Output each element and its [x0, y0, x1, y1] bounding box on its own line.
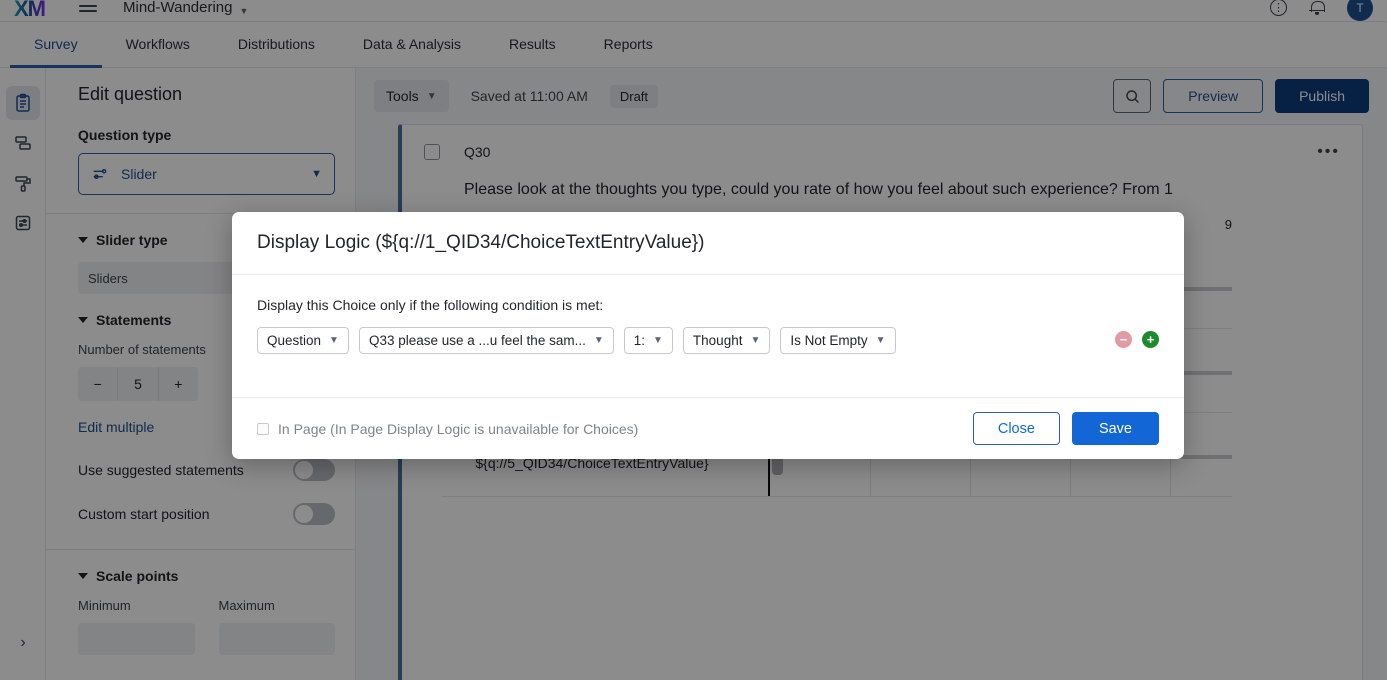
modal-footer-actions: Close Save	[972, 412, 1159, 445]
condition-field-select[interactable]: Thought ▼	[682, 327, 771, 354]
remove-condition-button[interactable]: −	[1115, 331, 1132, 348]
modal-header: Display Logic (${q://1_QID34/ChoiceTextE…	[232, 212, 1184, 275]
modal-body: Display this Choice only if the followin…	[232, 275, 1184, 397]
in-page-label: In Page (In Page Display Logic is unavai…	[278, 420, 639, 437]
chevron-down-icon: ▼	[875, 335, 886, 346]
modal-footer: In Page (In Page Display Logic is unavai…	[232, 397, 1184, 459]
condition-description: Display this Choice only if the followin…	[257, 297, 604, 313]
condition-row-select[interactable]: 1: ▼	[623, 327, 673, 354]
in-page-option: In Page (In Page Display Logic is unavai…	[257, 421, 638, 437]
chevron-down-icon: ▼	[329, 335, 339, 346]
condition-source-type-value: Question	[267, 333, 322, 348]
save-button[interactable]: Save	[1071, 412, 1159, 445]
chevron-down-icon: ▼	[750, 335, 761, 346]
condition-question-value: Q33 please use a ...u feel the sam...	[368, 333, 586, 348]
close-button[interactable]: Close	[972, 412, 1060, 445]
chevron-down-icon: ▼	[593, 335, 604, 346]
condition-actions: − +	[1115, 331, 1159, 348]
condition-row-value: 1:	[633, 333, 646, 348]
add-condition-button[interactable]: +	[1142, 331, 1159, 348]
condition-operator-value: Is Not Empty	[790, 333, 868, 348]
app-root: XM Mind-Wandering ▼ ⋮ T Survey Workflows…	[0, 0, 1387, 680]
modal-title: Display Logic (${q://1_QID34/ChoiceTextE…	[257, 232, 705, 253]
condition-row: Question ▼ Q33 please use a ...u feel th…	[257, 327, 1159, 354]
in-page-checkbox[interactable]	[257, 422, 269, 435]
chevron-down-icon: ▼	[653, 335, 663, 346]
condition-operator-select[interactable]: Is Not Empty ▼	[780, 327, 896, 354]
condition-question-select[interactable]: Q33 please use a ...u feel the sam... ▼	[358, 327, 614, 354]
display-logic-modal: Display Logic (${q://1_QID34/ChoiceTextE…	[232, 212, 1184, 459]
condition-source-type-select[interactable]: Question ▼	[257, 327, 349, 354]
condition-field-value: Thought	[692, 333, 743, 348]
